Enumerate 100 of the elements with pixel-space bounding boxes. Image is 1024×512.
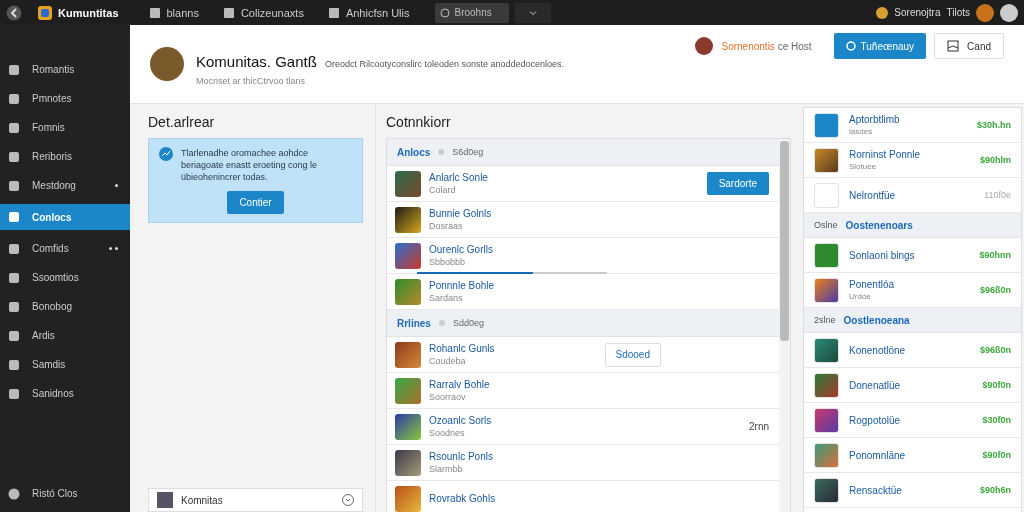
store-row[interactable]: Donenatlüe $90f0n — [804, 368, 1021, 403]
store-row[interactable]: Rogpotolüe $30f0n — [804, 403, 1021, 438]
back-icon[interactable] — [6, 4, 22, 21]
game-thumbnail — [395, 413, 421, 440]
sidebar-item[interactable]: Ardis — [0, 321, 130, 350]
sidebar-item[interactable]: Romantis — [0, 55, 130, 84]
game-thumbnail — [814, 407, 839, 433]
menu-item-icon — [8, 92, 20, 105]
item-title: Rensacktüe — [849, 484, 903, 496]
chevron-circle-icon[interactable] — [342, 494, 354, 506]
subtitle: Mocnset ar thicCtrvoo tlans — [196, 75, 307, 86]
nav-link[interactable]: blanns — [166, 6, 199, 19]
game-thumbnail — [814, 477, 839, 503]
list-row[interactable]: Rsounlc Ponls Slarmbb — [387, 445, 779, 481]
item-subtitle: Slarmbb — [429, 464, 464, 474]
sidebar-item[interactable]: Bonobog — [0, 292, 130, 321]
item-title: Ponnnle Bohle — [429, 280, 496, 291]
item-subtitle: Dosraas — [429, 221, 464, 231]
item-title: Anlarlc Sonle — [429, 172, 489, 183]
store-row[interactable]: Sonlaoni bings $90hnn — [804, 238, 1021, 273]
group-title: Anlocs — [397, 146, 431, 158]
game-thumbnail — [395, 485, 421, 512]
game-thumbnail — [395, 242, 421, 269]
item-title: Rovrabk Gohls — [429, 493, 497, 504]
store-row[interactable]: Rensacktüe $90h6n — [804, 473, 1021, 508]
item-subtitle: Sardans — [429, 293, 464, 303]
status-dot — [438, 149, 445, 155]
store-row[interactable]: Rorninst Ponnle Slotuee $90hlm — [804, 143, 1021, 178]
sidebar-item[interactable]: Ssoomtios — [0, 263, 130, 292]
store-row[interactable]: Konenotlöne $96ß0n — [804, 333, 1021, 368]
item-title: Sonlaoni bings — [849, 249, 916, 261]
sidebar-item[interactable]: Reriboris — [0, 142, 130, 171]
nav-icon — [222, 6, 235, 19]
nav-link[interactable]: Anhicfsn Ulis — [345, 6, 410, 19]
menu-item-icon — [8, 121, 20, 134]
item-subtitle: Soorraov — [429, 392, 467, 402]
group-subtitle: S6d0eg — [452, 147, 484, 157]
avatar[interactable] — [976, 3, 994, 22]
item-title: Bunnie Golnls — [429, 208, 493, 219]
nav-link[interactable]: Colizeunaxts — [240, 6, 304, 19]
search-field[interactable]: Broohns — [435, 2, 510, 23]
price-label: $90hlm — [979, 155, 1011, 165]
avatar — [150, 47, 184, 81]
menu-item-icon — [8, 63, 20, 76]
menu-item-icon — [8, 329, 20, 342]
price-label: $30f0n — [982, 415, 1011, 425]
dot-indicator — [109, 247, 118, 250]
menu-item-icon — [8, 211, 20, 223]
dot-indicator — [115, 184, 118, 187]
item-subtitle: Soodnes — [429, 428, 466, 438]
member-name: Komnitas — [181, 494, 224, 506]
image-icon — [947, 40, 960, 52]
group-title: Oostlenoeana — [843, 314, 910, 326]
sidebar-footer-item[interactable]: Ristó Clos — [0, 479, 130, 508]
avatar[interactable] — [1000, 3, 1018, 22]
sidebar-item[interactable]: Comfids — [0, 234, 130, 263]
price-label: $96ß0n — [979, 345, 1011, 355]
user-link[interactable]: Sorenojtra — [894, 7, 941, 18]
sidebar-item[interactable]: Fomnis — [0, 113, 130, 142]
menu-item-icon — [8, 358, 20, 371]
list-row[interactable]: Ourenlc Gorlls Sbbobbb — [387, 238, 779, 274]
sidebar-item[interactable]: Conlocs — [0, 204, 130, 230]
sidebar-item[interactable]: Mestdong — [0, 171, 130, 200]
list-row[interactable]: Rovrabk Gohls — [387, 481, 779, 512]
action-button[interactable]: Sdooed — [604, 342, 661, 367]
sidebar-item[interactable]: Samdis — [0, 350, 130, 379]
item-title: Donenatlüe — [849, 379, 902, 391]
game-thumbnail — [395, 449, 421, 476]
info-button[interactable]: Contier — [227, 191, 284, 214]
member-card[interactable]: Komnitas — [148, 488, 363, 512]
page-title: Komunitas. Gantß — [196, 52, 317, 70]
list-row[interactable]: Rohanlc Gunls Coudeba Sdooed — [387, 337, 779, 373]
item-title: Rarralv Bohle — [429, 379, 491, 390]
item-subtitle: Slotuee — [849, 162, 878, 171]
game-thumbnail — [814, 442, 839, 468]
store-row[interactable]: Ponomnläne $90f0n — [804, 438, 1021, 473]
menu-item-icon — [8, 387, 20, 400]
list-row[interactable]: Rarralv Bohle Soorraov — [387, 373, 779, 409]
chevron-down-icon — [529, 8, 538, 17]
action-button[interactable]: Sardorte — [706, 172, 769, 195]
secondary-button[interactable]: Cand — [934, 33, 1004, 59]
coin-icon — [876, 6, 889, 19]
list-row[interactable]: Anlarlc Sonle Colard Sardorte — [387, 166, 779, 202]
item-title: Ozoanlc Sorls — [429, 415, 493, 426]
item-title: Rohanlc Gunls — [429, 343, 496, 354]
top-link[interactable]: Tilots — [946, 7, 970, 18]
sidebar-item[interactable]: Sanidnos — [0, 379, 130, 408]
price-label: $90f0n — [982, 450, 1011, 460]
group-subtitle: Sdd0eg — [452, 318, 484, 328]
scrollbar[interactable] — [779, 139, 790, 512]
list-row[interactable]: Ozoanlc Sorls Soodnes 2rnn — [387, 409, 779, 445]
primary-button[interactable]: Tuñeœnauy — [833, 33, 927, 59]
sidebar-item[interactable]: Pmnotes — [0, 84, 130, 113]
list-row[interactable]: Bunnie Golnls Dosraas — [387, 202, 779, 238]
game-thumbnail — [814, 112, 839, 138]
section-heading: Cotnnkiorr — [386, 114, 452, 130]
price-label: 110f0e — [984, 190, 1011, 200]
store-row[interactable]: Aptorbtlimb lasdes $30h.hn — [804, 108, 1021, 143]
game-thumbnail — [395, 170, 421, 197]
nav-icon — [148, 6, 161, 19]
